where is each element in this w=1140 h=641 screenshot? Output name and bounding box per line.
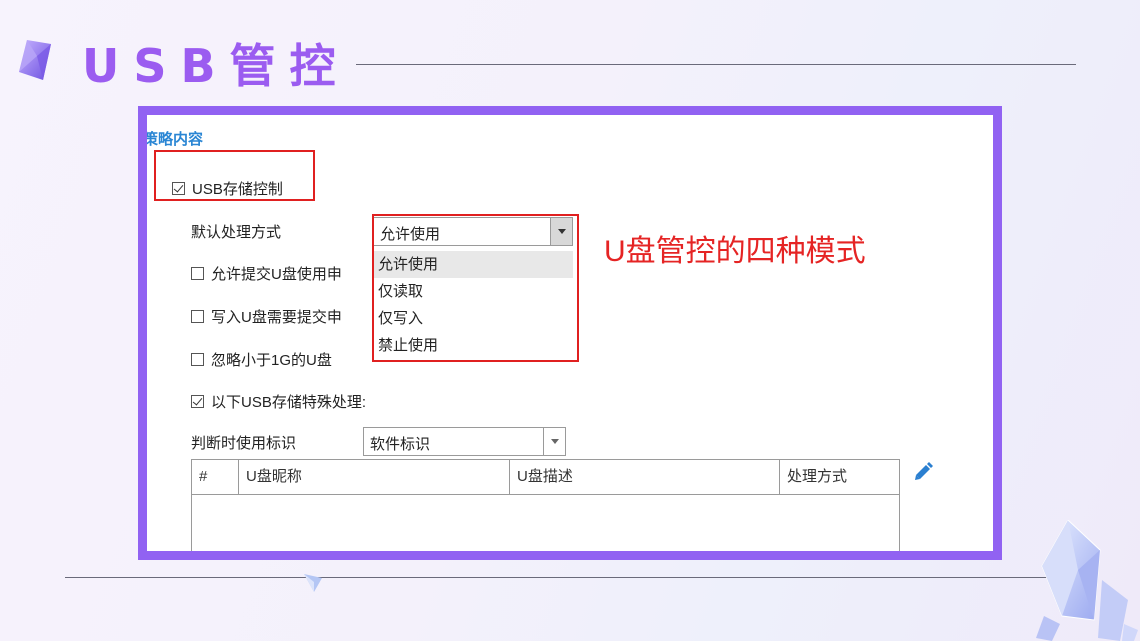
- identify-by-value: 软件标识: [370, 436, 431, 453]
- crystal-gem-icon: [19, 40, 51, 80]
- annotation-text: U盘管控的四种模式: [604, 235, 866, 268]
- crystal-cluster-icon: [1036, 520, 1138, 641]
- special-handling-checkbox[interactable]: 以下USB存储特殊处理:: [191, 391, 366, 412]
- column-header[interactable]: U盘昵称: [239, 460, 510, 494]
- checkbox-icon: [191, 267, 204, 280]
- checkbox-label: 以下USB存储特殊处理:: [211, 394, 367, 411]
- usb-list-table: # U盘昵称 U盘描述 处理方式: [191, 459, 900, 551]
- ignore-small-usb-checkbox[interactable]: 忽略小于1G的U盘: [191, 349, 332, 370]
- title-divider: [356, 64, 1076, 65]
- bottom-divider: [65, 577, 1055, 578]
- screenshot-frame: 策略内容 USB存储控制 默认处理方式 允许使用 允许使用 仅读取 仅写入 禁止…: [138, 106, 1002, 560]
- usb-storage-control-checkbox[interactable]: USB存储控制: [172, 178, 283, 199]
- checkbox-icon: [191, 353, 204, 366]
- checkbox-icon: [172, 182, 185, 195]
- identify-by-label: 判断时使用标识: [191, 435, 297, 452]
- column-header[interactable]: #: [192, 460, 239, 494]
- checkbox-icon: [191, 310, 204, 323]
- table-header: # U盘昵称 U盘描述 处理方式: [192, 460, 899, 495]
- checkbox-label: 忽略小于1G的U盘: [211, 352, 332, 369]
- crystal-gem-icon: [304, 574, 322, 592]
- identify-by-select[interactable]: 软件标识: [363, 427, 566, 456]
- page-title: USB管控: [82, 39, 350, 93]
- checkbox-label: 写入U盘需要提交申: [211, 309, 342, 326]
- dropdown-arrow-icon[interactable]: [543, 428, 565, 455]
- column-header[interactable]: 处理方式: [780, 460, 899, 494]
- checkbox-label: 允许提交U盘使用申: [211, 266, 342, 283]
- column-header[interactable]: U盘描述: [510, 460, 780, 494]
- checkbox-label: USB存储控制: [192, 181, 283, 198]
- allow-request-checkbox[interactable]: 允许提交U盘使用申: [191, 263, 342, 284]
- default-mode-label: 默认处理方式: [191, 224, 282, 241]
- section-title: 策略内容: [143, 131, 204, 148]
- dropdown-highlight: [372, 214, 579, 362]
- policy-panel: 策略内容 USB存储控制 默认处理方式 允许使用 允许使用 仅读取 仅写入 禁止…: [147, 115, 993, 551]
- checkbox-icon: [191, 395, 204, 408]
- write-request-checkbox[interactable]: 写入U盘需要提交申: [191, 306, 342, 327]
- edit-pencil-icon[interactable]: [912, 461, 934, 483]
